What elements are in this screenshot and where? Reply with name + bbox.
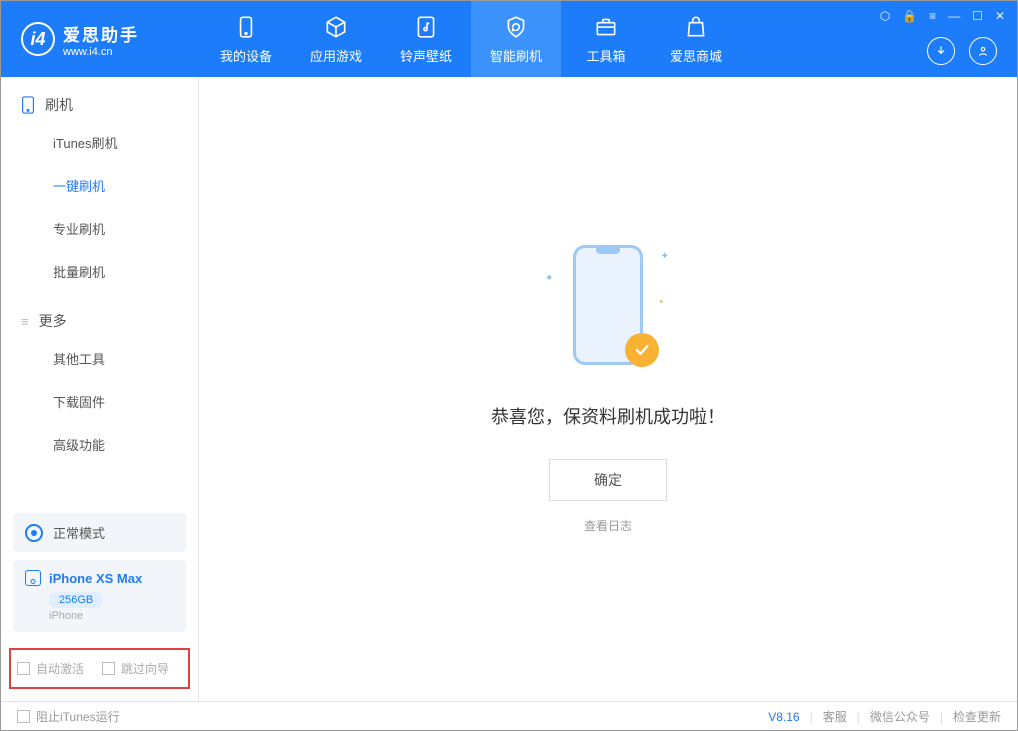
sparkle-icon: ✦ [545,273,553,284]
menu-icon[interactable]: ≡ [929,9,936,23]
sidebar-item-pro-flash[interactable]: 专业刷机 [1,207,198,250]
success-message: 恭喜您，保资料刷机成功啦！ [491,403,725,429]
tab-label: 工具箱 [586,46,625,65]
checkbox-icon [102,662,115,675]
tab-my-device[interactable]: 我的设备 [201,1,291,77]
device-phone-icon [25,570,41,586]
version-label: V8.16 [768,710,799,724]
app-subtitle: www.i4.cn [63,46,139,58]
sidebar-item-oneclick-flash[interactable]: 一键刷机 [1,164,198,207]
sidebar-item-batch-flash[interactable]: 批量刷机 [1,250,198,293]
checkbox-icon [17,710,30,723]
phone-icon [233,14,259,40]
toolbox-icon [593,14,619,40]
tab-label: 智能刷机 [490,46,542,65]
download-icon[interactable] [927,37,955,65]
maximize-button[interactable]: ☐ [972,9,983,23]
device-type: iPhone [49,610,174,622]
view-log-link[interactable]: 查看日志 [584,517,632,534]
footer-bar: 阻止iTunes运行 V8.16 | 客服 | 微信公众号 | 检查更新 [1,701,1017,731]
sidebar-item-advanced[interactable]: 高级功能 [1,423,198,466]
sparkle-icon: ● [659,299,663,305]
checkbox-label: 自动激活 [36,660,84,677]
checkbox-auto-activate[interactable]: 自动激活 [17,660,84,677]
body-area: 刷机 iTunes刷机 一键刷机 专业刷机 批量刷机 ≡ 更多 其他工具 下载固… [1,77,1017,701]
device-info-box[interactable]: iPhone XS Max 256GB iPhone [13,560,186,632]
ok-button[interactable]: 确定 [549,459,667,501]
device-icon [21,96,35,114]
section-label: 更多 [39,311,67,331]
device-storage: 256GB [49,592,103,608]
lock-icon[interactable]: 🔒 [902,9,917,23]
tab-smart-flash[interactable]: 智能刷机 [471,1,561,77]
checkbox-block-itunes[interactable]: 阻止iTunes运行 [17,708,120,725]
app-logo-icon: i4 [21,22,55,56]
tab-store[interactable]: 爱思商城 [651,1,741,77]
tab-label: 我的设备 [220,46,272,65]
footer-link-support[interactable]: 客服 [823,708,847,725]
app-title: 爱思助手 [63,21,139,46]
sidebar-section-flash: 刷机 [1,77,198,121]
main-content: ✦ ✦ ● 恭喜您，保资料刷机成功啦！ 确定 查看日志 [199,77,1017,701]
checkbox-label: 跳过向导 [121,660,169,677]
refresh-shield-icon [503,14,529,40]
tab-label: 爱思商城 [670,46,722,65]
mode-indicator-icon [25,524,43,542]
app-header: i4 爱思助手 www.i4.cn 我的设备 应用游戏 铃声壁纸 智能刷机 工具… [1,1,1017,77]
sidebar-item-itunes-flash[interactable]: iTunes刷机 [1,121,198,164]
footer-link-update[interactable]: 检查更新 [953,708,1001,725]
minimize-button[interactable]: — [948,9,960,23]
sparkle-icon: ✦ [661,251,669,262]
footer-right: V8.16 | 客服 | 微信公众号 | 检查更新 [768,708,1001,725]
options-highlight-box: 自动激活 跳过向导 [9,648,190,689]
header-action-icons [927,37,997,65]
tab-label: 铃声壁纸 [400,46,452,65]
close-button[interactable]: ✕ [995,9,1005,23]
checkbox-icon [17,662,30,675]
mode-label: 正常模式 [53,523,105,542]
tshirt-icon[interactable]: ⬡ [880,9,890,23]
nav-tabs: 我的设备 应用游戏 铃声壁纸 智能刷机 工具箱 爱思商城 [201,1,741,77]
sidebar: 刷机 iTunes刷机 一键刷机 专业刷机 批量刷机 ≡ 更多 其他工具 下载固… [1,77,199,701]
checkbox-label: 阻止iTunes运行 [36,708,120,725]
cube-icon [323,14,349,40]
tab-toolbox[interactable]: 工具箱 [561,1,651,77]
section-label: 刷机 [45,95,73,115]
sidebar-item-download-firmware[interactable]: 下载固件 [1,380,198,423]
music-file-icon [413,14,439,40]
success-check-icon [625,333,659,367]
logo-area: i4 爱思助手 www.i4.cn [1,21,201,58]
device-mode-box[interactable]: 正常模式 [13,513,186,552]
logo-text: 爱思助手 www.i4.cn [63,21,139,58]
list-icon: ≡ [21,314,29,329]
sidebar-section-more: ≡ 更多 [1,293,198,337]
bag-icon [683,14,709,40]
device-name: iPhone XS Max [49,571,142,586]
success-illustration: ✦ ✦ ● [553,245,663,375]
tab-apps-games[interactable]: 应用游戏 [291,1,381,77]
footer-link-wechat[interactable]: 微信公众号 [870,708,930,725]
tab-label: 应用游戏 [310,46,362,65]
checkbox-skip-guide[interactable]: 跳过向导 [102,660,169,677]
user-icon[interactable] [969,37,997,65]
tab-ringtones-wallpapers[interactable]: 铃声壁纸 [381,1,471,77]
sidebar-item-other-tools[interactable]: 其他工具 [1,337,198,380]
window-controls: ⬡ 🔒 ≡ — ☐ ✕ [880,9,1005,23]
